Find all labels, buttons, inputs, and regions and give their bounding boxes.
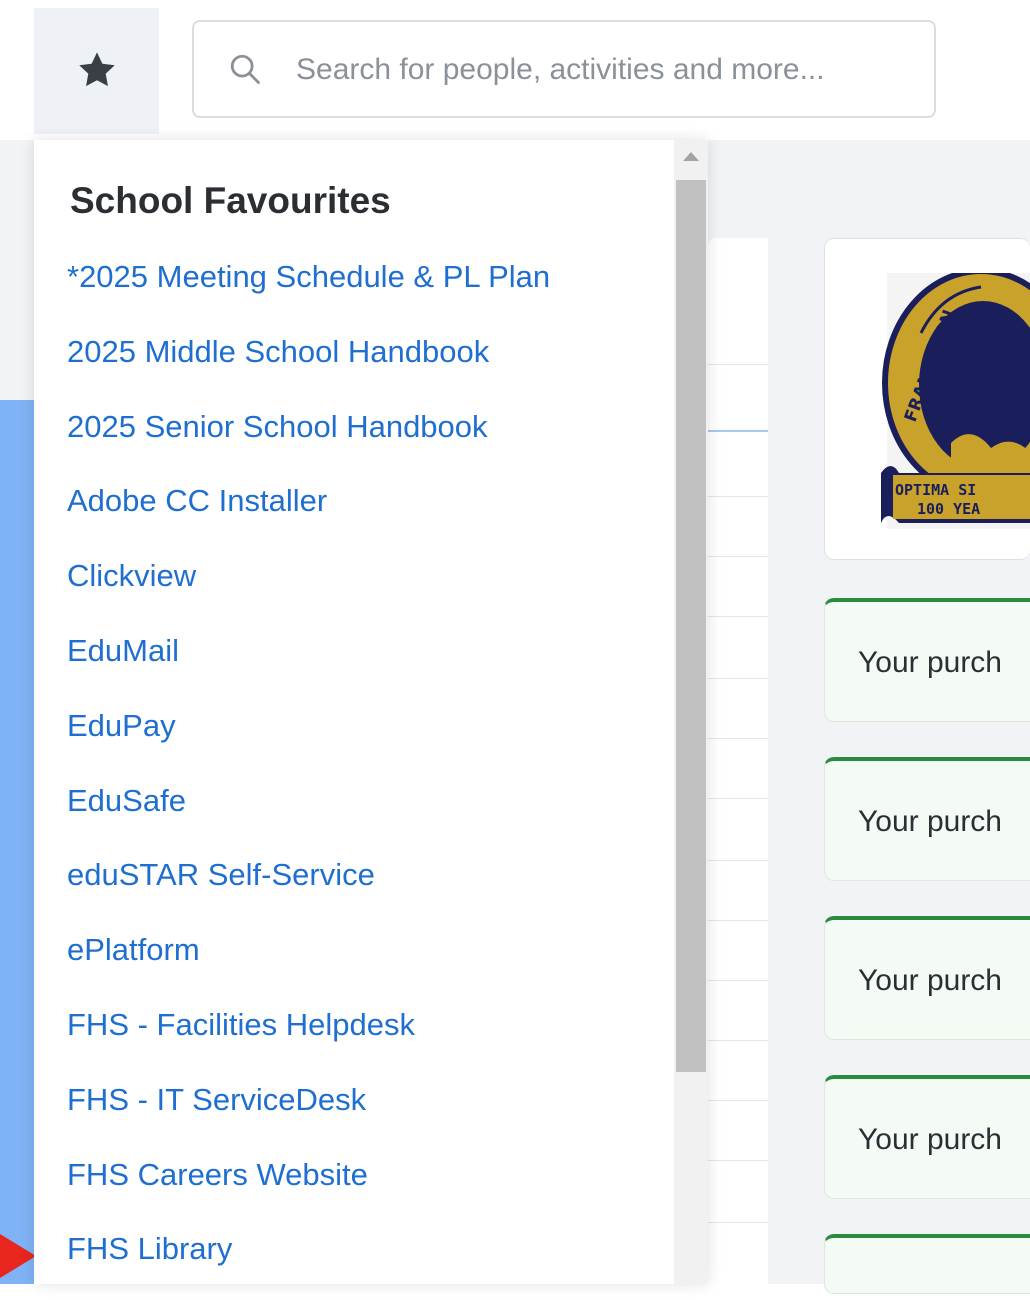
- background-divider: [708, 364, 768, 365]
- background-divider: [708, 430, 768, 432]
- favourite-item: Adobe CC Installer: [67, 477, 550, 552]
- school-logo-card: FRANKSTON OPTIMA SI 100 YEA: [824, 238, 1030, 560]
- background-divider: [708, 616, 768, 617]
- favourite-item: FHS - IT ServiceDesk: [67, 1076, 550, 1151]
- background-divider: [708, 496, 768, 497]
- favourite-item: EduMail: [67, 627, 550, 702]
- notification-text: Your purch: [858, 964, 1002, 997]
- scroll-up-arrow-icon[interactable]: [683, 152, 699, 161]
- search-input[interactable]: [294, 44, 898, 96]
- background-divider: [708, 1222, 768, 1223]
- favourite-link-adobe-cc[interactable]: Adobe CC Installer: [67, 483, 327, 518]
- dropdown-scrollbar[interactable]: [674, 140, 708, 1284]
- notification-text: Your purch: [858, 1123, 1002, 1156]
- background-divider: [708, 738, 768, 739]
- favourite-link-edusafe[interactable]: EduSafe: [67, 783, 186, 818]
- favourite-item: ePlatform: [67, 926, 550, 1001]
- crest-banner-text: OPTIMA SI: [895, 481, 976, 499]
- notification-card[interactable]: Your purch: [824, 757, 1030, 881]
- favourite-link-eplatform[interactable]: ePlatform: [67, 932, 200, 967]
- favourite-item: 2025 Middle School Handbook: [67, 328, 550, 403]
- favourite-item: FHS - Facilities Helpdesk: [67, 1001, 550, 1076]
- background-divider: [708, 920, 768, 921]
- notification-text: Your purch: [858, 646, 1002, 679]
- top-bar: [0, 0, 1030, 140]
- favourite-link-it-servicedesk[interactable]: FHS - IT ServiceDesk: [67, 1082, 366, 1117]
- favourite-link-senior-school-handbook[interactable]: 2025 Senior School Handbook: [67, 409, 488, 444]
- background-divider: [708, 980, 768, 981]
- favourite-link-middle-school-handbook[interactable]: 2025 Middle School Handbook: [67, 334, 489, 369]
- notification-card[interactable]: Your purch: [824, 1075, 1030, 1199]
- search-icon: [230, 54, 260, 84]
- favourite-link-edupay[interactable]: EduPay: [67, 708, 176, 743]
- background-divider: [708, 1100, 768, 1101]
- star-icon: [78, 52, 115, 87]
- background-divider: [708, 1040, 768, 1041]
- favourite-link-facilities-helpdesk[interactable]: FHS - Facilities Helpdesk: [67, 1007, 415, 1042]
- side-strip: [0, 400, 34, 1284]
- notification-text: Your purch: [858, 805, 1002, 838]
- favourite-link-careers-website[interactable]: FHS Careers Website: [67, 1157, 368, 1192]
- favourite-link-meeting-schedule[interactable]: *2025 Meeting Schedule & PL Plan: [67, 259, 550, 294]
- favourites-list: *2025 Meeting Schedule & PL Plan 2025 Mi…: [67, 253, 550, 1300]
- scrollbar-thumb[interactable]: [676, 180, 706, 1072]
- background-divider: [708, 1160, 768, 1161]
- favourite-item: eduSTAR Self-Service: [67, 851, 550, 926]
- favourite-item: FHS Careers Website: [67, 1151, 550, 1226]
- school-favourites-dropdown: School Favourites *2025 Meeting Schedule…: [34, 140, 708, 1284]
- notification-card[interactable]: Your purch: [824, 916, 1030, 1040]
- favourite-item: FHS Library: [67, 1225, 550, 1300]
- background-panel: [708, 238, 768, 1284]
- favourite-link-clickview[interactable]: Clickview: [67, 558, 196, 593]
- crest-banner-text-2: 100 YEA: [917, 500, 980, 518]
- search-bar[interactable]: [192, 20, 936, 118]
- favourites-button[interactable]: [34, 8, 159, 134]
- notification-card[interactable]: [824, 1234, 1030, 1294]
- background-divider: [708, 798, 768, 799]
- school-crest-logo: FRANKSTON OPTIMA SI 100 YEA: [881, 273, 1030, 529]
- favourite-item: EduSafe: [67, 777, 550, 852]
- favourite-link-library[interactable]: FHS Library: [67, 1231, 232, 1266]
- notification-card[interactable]: Your purch: [824, 598, 1030, 722]
- favourite-item: 2025 Senior School Handbook: [67, 403, 550, 478]
- favourite-link-edumail[interactable]: EduMail: [67, 633, 179, 668]
- background-divider: [708, 860, 768, 861]
- favourite-item: EduPay: [67, 702, 550, 777]
- dropdown-title: School Favourites: [70, 180, 391, 221]
- background-divider: [708, 556, 768, 557]
- favourite-link-edustar[interactable]: eduSTAR Self-Service: [67, 857, 375, 892]
- background-divider: [708, 678, 768, 679]
- favourite-item: Clickview: [67, 552, 550, 627]
- pointer-arrow: [0, 1234, 36, 1278]
- favourite-item: *2025 Meeting Schedule & PL Plan: [67, 253, 550, 328]
